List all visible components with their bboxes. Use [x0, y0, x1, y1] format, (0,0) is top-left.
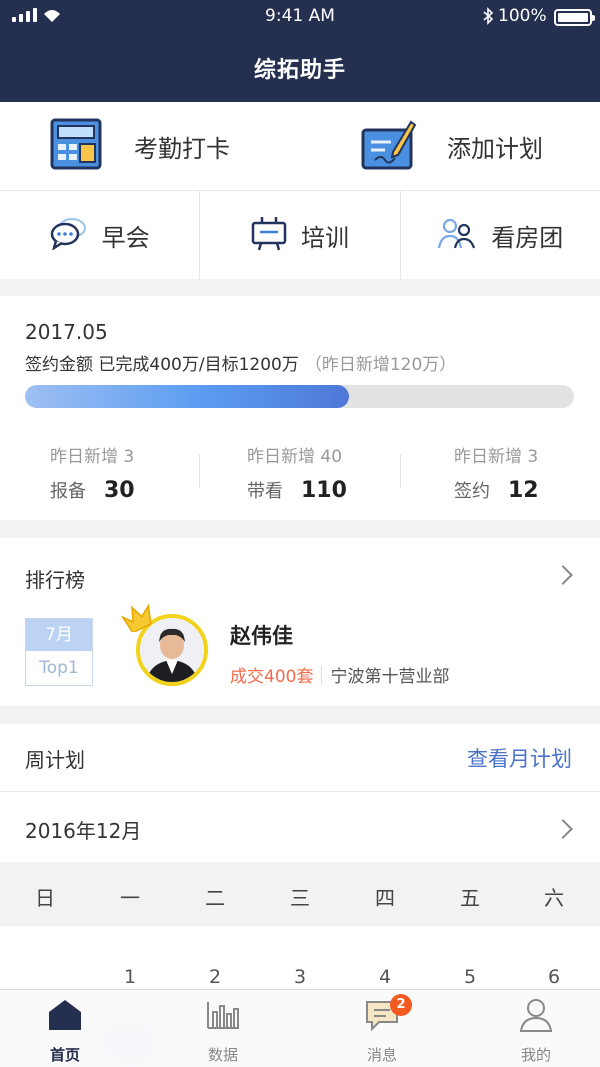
calendar-day[interactable]: 2 — [185, 966, 245, 988]
metric-viewing: 昨日新增 40 带看 110 — [247, 442, 347, 503]
weekday-label: 三 — [290, 886, 310, 910]
stats-month: 2017.05 — [25, 320, 108, 344]
tab-label: 首页 — [49, 1046, 80, 1064]
tab-messages[interactable]: 消息 — [322, 990, 442, 1067]
top-seller: 赵伟佳 成交400套 宁波第十营业部 — [230, 620, 449, 687]
tab-label: 我的 — [520, 1046, 551, 1064]
unread-count-badge: 2 — [390, 994, 412, 1016]
tab-profile[interactable]: 我的 — [476, 990, 596, 1067]
metric-label: 报备 — [50, 481, 86, 502]
goal-progress-bar — [25, 385, 574, 408]
goal-progress-fill — [25, 385, 349, 408]
add-plan-button[interactable]: 添加计划 — [361, 102, 543, 191]
calendar-day[interactable]: 5 — [440, 966, 500, 988]
user-icon — [476, 998, 596, 1032]
weekday-label: 六 — [544, 886, 564, 910]
metric-label: 签约 — [454, 481, 490, 502]
add-plan-label: 添加计划 — [447, 135, 543, 163]
battery-icon — [554, 9, 595, 26]
calendar-day[interactable]: 1 — [100, 966, 160, 988]
attendance-button[interactable]: 考勤打卡 — [50, 102, 230, 191]
divider — [400, 454, 401, 488]
crown-icon — [120, 602, 156, 636]
seller-deals: 成交400套 — [230, 667, 314, 687]
weekday-label: 五 — [460, 886, 480, 910]
tab-label: 消息 — [366, 1046, 397, 1064]
tab-bar: 首页 数据 消息 我的 — [0, 989, 600, 1067]
tab-label: 数据 — [207, 1046, 238, 1064]
metric-value: 30 — [104, 478, 135, 503]
bluetooth-icon — [482, 7, 494, 30]
message-icon — [322, 998, 442, 1032]
board-icon — [251, 215, 287, 255]
viewing-group-label: 看房团 — [491, 223, 564, 252]
morning-meeting-label: 早会 — [101, 223, 150, 252]
tab-data[interactable]: 数据 — [163, 990, 283, 1067]
sales-stats-card: 2017.05 签约金额 已完成400万/目标1200万 （昨日新增120万） 昨… — [0, 296, 600, 520]
metric-yesterday: 昨日新增 40 — [247, 447, 343, 467]
weekday-header: 日 一 二 三 四 五 六 — [0, 862, 600, 926]
view-monthly-plan-link[interactable]: 查看月计划 — [467, 743, 572, 773]
ranking-card[interactable]: 排行榜 7月 Top1 赵伟佳 成交400套 宁波第十营业部 — [0, 538, 600, 706]
pen-icon — [361, 118, 417, 176]
goal-increment: （昨日新增120万） — [304, 355, 457, 375]
calendar-day[interactable]: 4 — [355, 966, 415, 988]
rank-badge: 7月 Top1 — [25, 618, 93, 686]
metric-label: 带看 — [247, 481, 283, 502]
secondary-actions: 早会 培训 看房团 — [0, 191, 600, 279]
status-bar: 9:41 AM 100% — [0, 6, 600, 30]
divider — [321, 665, 323, 684]
rank-badge-rank: Top1 — [39, 658, 79, 678]
weekly-plan-title: 周计划 — [25, 748, 85, 772]
header: 9:41 AM 100% 综拓助手 — [0, 0, 600, 102]
calendar-day[interactable]: 3 — [270, 966, 330, 988]
metric-value: 110 — [301, 478, 347, 503]
metric-report: 昨日新增 3 报备 30 — [50, 442, 135, 503]
weekday-label: 一 — [120, 886, 140, 910]
goal-summary: 签约金额 已完成400万/目标1200万 （昨日新增120万） — [25, 350, 456, 375]
weekday-label: 二 — [205, 886, 225, 910]
attendance-label: 考勤打卡 — [134, 135, 230, 163]
page-title: 综拓助手 — [253, 58, 346, 83]
chevron-right-icon[interactable] — [553, 819, 573, 839]
metric-yesterday: 昨日新增 3 — [454, 447, 539, 467]
plan-month[interactable]: 2016年12月 — [25, 815, 141, 844]
divider — [0, 791, 600, 792]
primary-actions: 考勤打卡 添加计划 — [0, 102, 600, 191]
chart-icon — [163, 998, 283, 1032]
training-button[interactable]: 培训 — [200, 191, 401, 279]
metric-value: 12 — [508, 478, 539, 503]
chevron-right-icon[interactable] — [553, 565, 573, 585]
ranking-title: 排行榜 — [25, 568, 85, 592]
seller-name: 赵伟佳 — [230, 624, 293, 648]
divider — [199, 454, 200, 488]
rank-badge-month: 7月 — [26, 619, 92, 651]
group-users-icon — [437, 216, 477, 254]
calculator-icon — [50, 118, 104, 176]
battery-percent: 100% — [498, 6, 547, 26]
goal-text: 签约金额 已完成400万/目标1200万 — [25, 355, 299, 375]
tab-home[interactable]: 首页 — [5, 990, 125, 1067]
weekday-label: 四 — [375, 886, 395, 910]
home-icon — [5, 998, 125, 1032]
training-label: 培训 — [300, 223, 349, 252]
morning-meeting-button[interactable]: 早会 — [0, 191, 201, 279]
seller-department: 宁波第十营业部 — [330, 667, 450, 687]
metric-signed: 昨日新增 3 签约 12 — [454, 442, 539, 503]
viewing-group-button[interactable]: 看房团 — [401, 191, 600, 279]
weekday-label: 日 — [35, 886, 55, 910]
calendar-day[interactable]: 6 — [524, 966, 584, 988]
chat-bubble-icon — [50, 216, 88, 254]
metric-yesterday: 昨日新增 3 — [50, 447, 135, 467]
app-screen: 9:41 AM 100% 综拓助手 考勤打卡 添加计划 早会 培训 看房团 20… — [0, 0, 600, 1067]
